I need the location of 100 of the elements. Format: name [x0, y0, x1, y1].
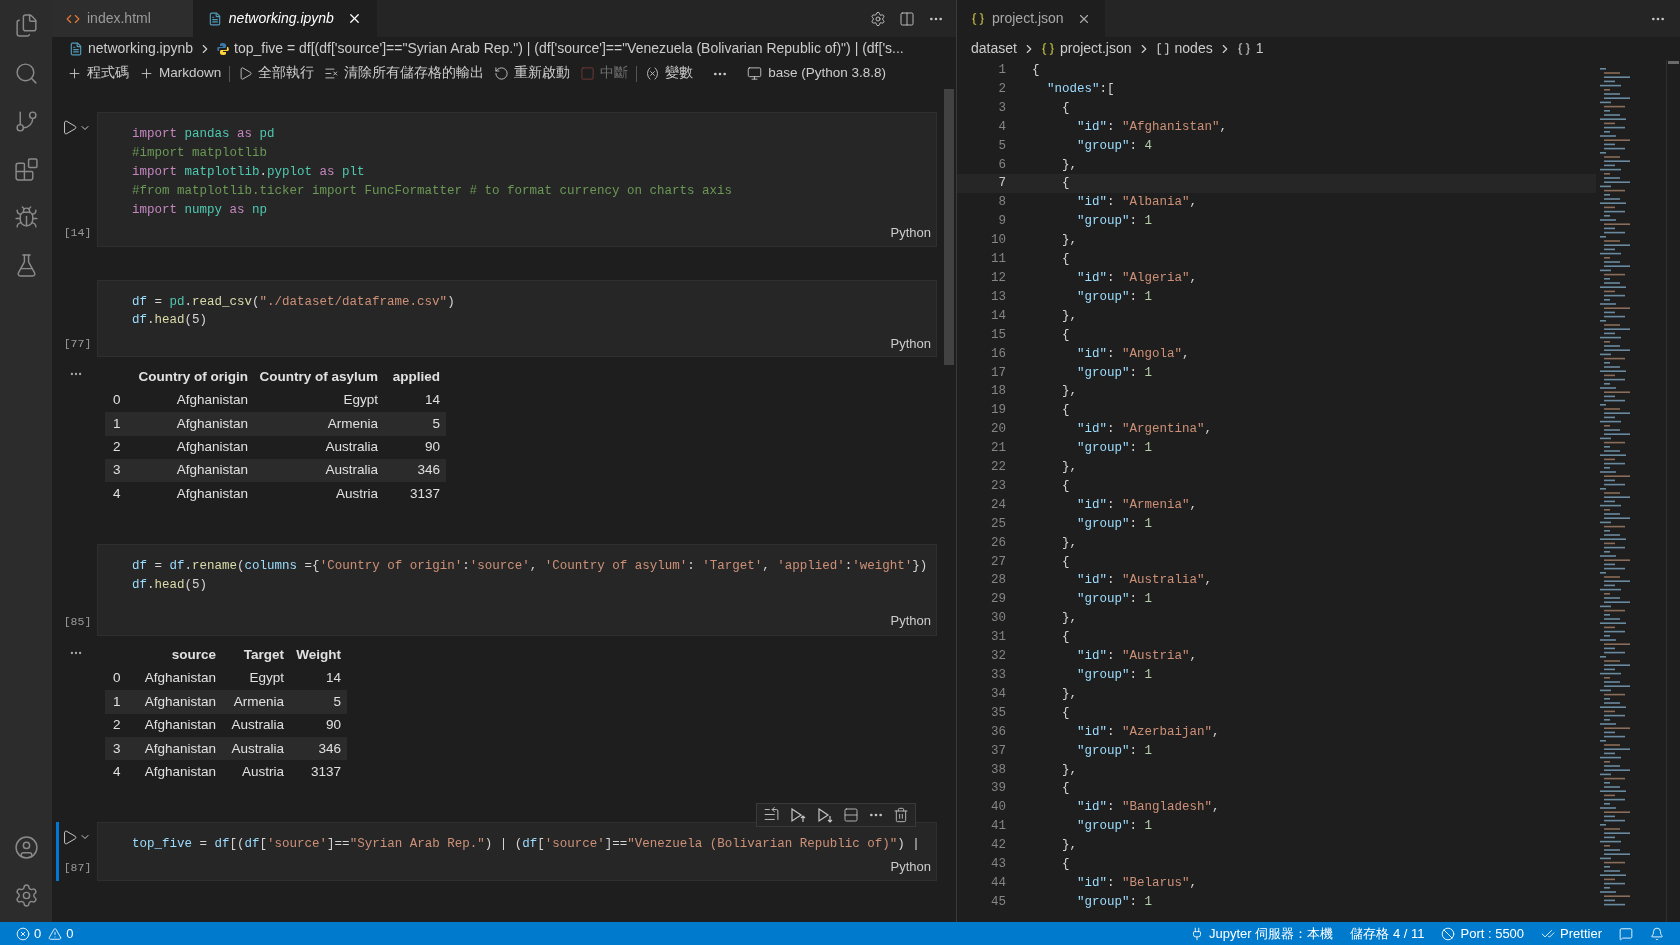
- code-line: "group": 1: [1076, 742, 1153, 760]
- code-line: },: [1061, 837, 1077, 855]
- code-line: {: [1061, 704, 1070, 722]
- line-number: 21: [990, 440, 1006, 458]
- table-cell-text: 5: [332, 692, 342, 711]
- line-number: 41: [990, 818, 1006, 836]
- problems-button[interactable]: 0 0: [16, 923, 74, 944]
- split-icon[interactable]: [843, 806, 859, 823]
- toolbar-button[interactable]: Markdown: [134, 62, 227, 85]
- toolbar-button[interactable]: 變數: [640, 62, 699, 85]
- brackets-icon: [1155, 41, 1170, 56]
- status-item[interactable]: Port : 5500: [1441, 923, 1525, 944]
- code-line: {: [1061, 402, 1070, 420]
- code-line: {: [1032, 62, 1040, 79]
- breadcrumb-item[interactable]: networking.ipynb: [88, 38, 194, 59]
- code-line: "id": "Belarus",: [1076, 874, 1198, 892]
- table-cell-text: Afghanistan: [175, 414, 249, 433]
- code-line: "id": "Albania",: [1076, 194, 1198, 212]
- table-cell-text: Armenia: [232, 692, 285, 711]
- code-line: "id": "Armenia",: [1076, 496, 1198, 514]
- line-number: 45: [990, 893, 1006, 911]
- split-editor-icon[interactable]: [899, 10, 915, 27]
- code-line: "id": "Azerbaijan",: [1076, 723, 1220, 741]
- execution-count: [85]: [63, 614, 92, 631]
- clear-list-icon: [324, 66, 340, 81]
- table-cell-text: 3: [112, 739, 122, 758]
- table-cell-text: Austria: [334, 484, 379, 503]
- code-line: "id": "Angola",: [1076, 345, 1190, 363]
- table-cell-text: Afghanistan: [175, 438, 249, 457]
- breadcrumb-item[interactable]: top_five = df[(df['source']=="Syrian Arab Rep.") | (df['source']=="Venezuela (Bolivarian Republic of)") | (df['s...: [234, 38, 904, 59]
- breadcrumb-item[interactable]: nodes: [1174, 38, 1213, 59]
- scrollbar-thumb[interactable]: [944, 89, 954, 365]
- speech-bubble-icon[interactable]: [1619, 926, 1633, 941]
- code-line: import numpy as np: [132, 201, 269, 219]
- line-number: 24: [990, 496, 1006, 514]
- line-number: 2: [997, 80, 1006, 98]
- table-cell-text: 14: [423, 391, 441, 410]
- editor-tab[interactable]: networking.ipynb: [193, 0, 377, 37]
- toolbar-button[interactable]: 全部執行: [233, 62, 320, 85]
- status-item[interactable]: 儲存格 4 / 11: [1350, 923, 1425, 944]
- code-line: #import matplotlib: [132, 144, 269, 162]
- table-cell-text: Egypt: [342, 391, 379, 410]
- table-cell-text: 2: [112, 716, 122, 735]
- settings-icon[interactable]: [870, 10, 886, 27]
- editor-tab[interactable]: project.json: [957, 0, 1105, 37]
- code-line: "nodes":[: [1046, 80, 1115, 98]
- code-line: },: [1061, 761, 1077, 779]
- table-cell-text: Australia: [230, 716, 285, 735]
- code-line: },: [1061, 232, 1077, 250]
- line-number: 10: [990, 232, 1006, 250]
- language-label[interactable]: Python: [890, 222, 931, 243]
- code-line: },: [1061, 156, 1077, 174]
- code-line: },: [1061, 459, 1077, 477]
- execution-count: [77]: [63, 336, 92, 353]
- line-number: 22: [990, 459, 1006, 477]
- plus-icon: [67, 66, 82, 81]
- code-line: {: [1061, 99, 1070, 117]
- line-number: 30: [990, 610, 1006, 628]
- code-line: "id": "Australia",: [1076, 572, 1213, 590]
- status-item[interactable]: Prettier: [1541, 923, 1602, 944]
- code-line: "group": 1: [1076, 591, 1153, 609]
- trash-icon[interactable]: [893, 806, 909, 823]
- table-cell-text: Australia: [230, 739, 285, 758]
- line-number: 33: [990, 667, 1006, 684]
- stop-icon: [580, 66, 596, 81]
- breadcrumb-item[interactable]: dataset: [971, 38, 1017, 59]
- play-icon: [238, 66, 254, 81]
- toolbar-button[interactable]: 清除所有儲存格的輸出: [319, 62, 490, 85]
- line-number: 8: [997, 194, 1006, 212]
- code-line: },: [1061, 307, 1077, 325]
- code-line: {: [1061, 477, 1070, 495]
- editor-tab[interactable]: index.html: [52, 0, 194, 37]
- code-line: "id": "Austria",: [1076, 648, 1198, 666]
- code-line: df.head(5): [132, 312, 209, 330]
- kernel-button[interactable]: base (Python 3.8.8): [742, 63, 892, 84]
- code-line: "id": "Bangladesh",: [1076, 799, 1220, 817]
- language-label[interactable]: Python: [890, 857, 931, 877]
- toolbar-button[interactable]: 重新啟動: [489, 62, 576, 85]
- code-line: "group": 1: [1076, 213, 1153, 231]
- toolbar-button[interactable]: 程式碼: [62, 62, 134, 85]
- bell-icon[interactable]: [1650, 926, 1664, 941]
- breadcrumb-item[interactable]: 1: [1255, 38, 1264, 59]
- line-number: 29: [990, 591, 1006, 609]
- line-number: 35: [990, 704, 1006, 722]
- code-line: "group": 1: [1076, 364, 1153, 382]
- line-number: 1: [997, 62, 1006, 79]
- run-up-icon[interactable]: [789, 805, 807, 824]
- line-number: 38: [990, 761, 1006, 779]
- language-label[interactable]: Python: [890, 611, 931, 631]
- snake-icon: [217, 42, 230, 55]
- table-cell-text: 2: [112, 438, 122, 457]
- table-header-cell-text: applied: [391, 367, 441, 386]
- scrollbar-thumb[interactable]: [1668, 61, 1679, 64]
- run-down-icon[interactable]: [816, 805, 834, 824]
- status-item[interactable]: Jupyter 伺服器：本機: [1190, 923, 1334, 944]
- breadcrumb-item[interactable]: project.json: [1059, 38, 1132, 59]
- braces-icon: [1040, 41, 1055, 56]
- language-label[interactable]: Python: [890, 333, 931, 354]
- table-cell-text: 3: [112, 461, 122, 480]
- code-line: import pandas as pd: [132, 126, 276, 143]
